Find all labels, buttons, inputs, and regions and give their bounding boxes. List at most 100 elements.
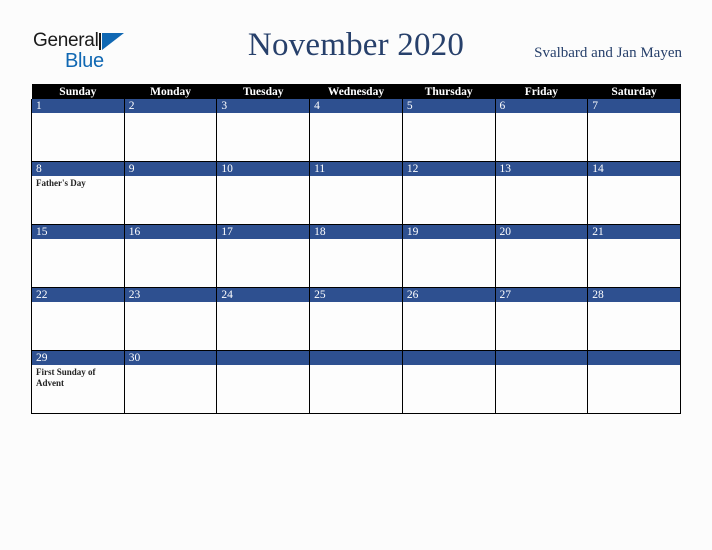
day-number: 18	[310, 225, 402, 239]
calendar-body: 1 2 3 4 5 6 7 8 Father's Day 9 10 11 12 13 14 15 16 17 18 1…	[31, 99, 681, 414]
day-events	[403, 113, 495, 115]
calendar-day-cell[interactable]: 2	[123, 99, 218, 162]
calendar-day-cell[interactable]: 10	[216, 161, 311, 225]
day-number	[217, 351, 310, 365]
day-number: 30	[124, 351, 217, 365]
calendar-day-cell[interactable]: 21	[587, 224, 681, 288]
calendar-day-cell[interactable]: 6	[494, 99, 589, 162]
day-events	[496, 176, 588, 178]
calendar-day-cell[interactable]: 24	[216, 287, 311, 351]
day-number: 21	[588, 225, 680, 239]
calendar-day-cell[interactable]: 4	[309, 99, 403, 162]
day-number: 22	[32, 288, 124, 302]
calendar-week-row: 29 First Sunday of Advent 30	[31, 350, 681, 414]
day-events: First Sunday of Advent	[32, 365, 124, 389]
calendar-day-cell[interactable]: 8 Father's Day	[31, 161, 125, 225]
calendar-day-cell[interactable]: 1	[31, 99, 125, 162]
day-events: Father's Day	[32, 176, 124, 189]
day-events	[125, 176, 217, 178]
calendar-week-row: 22 23 24 25 26 27 28	[31, 287, 681, 351]
calendar-day-cell[interactable]: 25	[309, 287, 403, 351]
calendar-day-cell[interactable]: 15	[31, 224, 125, 288]
calendar-day-cell[interactable]: 30	[123, 350, 218, 414]
calendar-week-row: 8 Father's Day 9 10 11 12 13 14	[31, 161, 681, 225]
calendar-page: General Blue November 2020 Svalbard and …	[0, 0, 712, 550]
day-number: 7	[588, 99, 680, 113]
calendar-day-cell[interactable]: 5	[401, 99, 496, 162]
calendar-day-cell[interactable]: 13	[494, 161, 589, 225]
day-events	[310, 239, 402, 241]
day-number: 9	[124, 162, 217, 176]
event-label: Father's Day	[36, 178, 86, 188]
day-number: 4	[310, 99, 402, 113]
day-events	[217, 302, 309, 304]
calendar-day-cell[interactable]	[401, 350, 496, 414]
day-events	[32, 302, 124, 304]
calendar-day-cell[interactable]: 17	[216, 224, 311, 288]
day-events	[496, 365, 588, 367]
day-number: 13	[495, 162, 588, 176]
day-events	[217, 239, 309, 241]
day-events	[32, 113, 124, 115]
day-events	[217, 113, 309, 115]
event-label: First Sunday of Advent	[36, 367, 96, 388]
day-number	[495, 351, 588, 365]
calendar-day-cell[interactable]	[494, 350, 589, 414]
day-events	[310, 365, 402, 367]
calendar-day-cell[interactable]	[587, 350, 681, 414]
day-events	[588, 365, 680, 367]
weekday-header-sunday: Sunday	[31, 84, 125, 99]
day-events	[310, 113, 402, 115]
calendar-day-cell[interactable]: 16	[123, 224, 218, 288]
calendar-day-cell[interactable]: 20	[494, 224, 589, 288]
day-number: 1	[32, 99, 124, 113]
day-number: 5	[402, 99, 495, 113]
calendar-day-cell[interactable]: 12	[401, 161, 496, 225]
calendar-day-cell[interactable]: 26	[401, 287, 496, 351]
calendar-day-cell[interactable]: 18	[309, 224, 403, 288]
day-number: 28	[588, 288, 680, 302]
weekday-header-tuesday: Tuesday	[216, 84, 310, 99]
day-events	[125, 365, 217, 367]
weekday-header-wednesday: Wednesday	[309, 84, 403, 99]
calendar-day-cell[interactable]	[216, 350, 311, 414]
calendar-day-cell[interactable]: 3	[216, 99, 311, 162]
location-label: Svalbard and Jan Mayen	[534, 45, 682, 61]
weekday-header-row: Sunday Monday Tuesday Wednesday Thursday…	[31, 84, 681, 99]
day-number: 6	[495, 99, 588, 113]
day-number: 15	[32, 225, 124, 239]
day-events	[217, 365, 309, 367]
day-number: 29	[32, 351, 124, 365]
calendar-day-cell[interactable]: 7	[587, 99, 681, 162]
calendar-day-cell[interactable]: 19	[401, 224, 496, 288]
day-number: 3	[217, 99, 310, 113]
calendar-day-cell[interactable]: 29 First Sunday of Advent	[31, 350, 125, 414]
calendar-day-cell[interactable]: 9	[123, 161, 218, 225]
day-events	[588, 113, 680, 115]
day-events	[125, 113, 217, 115]
day-number: 27	[495, 288, 588, 302]
day-events	[496, 113, 588, 115]
calendar-day-cell[interactable]: 23	[123, 287, 218, 351]
day-events	[403, 239, 495, 241]
day-number: 25	[310, 288, 402, 302]
day-events	[588, 302, 680, 304]
calendar-day-cell[interactable]: 11	[309, 161, 403, 225]
day-events	[403, 302, 495, 304]
day-number: 16	[124, 225, 217, 239]
calendar-day-cell[interactable]	[309, 350, 403, 414]
day-events	[217, 176, 309, 178]
day-events	[588, 176, 680, 178]
calendar-table: Sunday Monday Tuesday Wednesday Thursday…	[31, 84, 681, 414]
day-events	[496, 239, 588, 241]
calendar-day-cell[interactable]: 14	[587, 161, 681, 225]
day-number: 12	[402, 162, 495, 176]
calendar-day-cell[interactable]: 22	[31, 287, 125, 351]
calendar-day-cell[interactable]: 28	[587, 287, 681, 351]
day-events	[403, 176, 495, 178]
weekday-header-thursday: Thursday	[402, 84, 496, 99]
calendar-day-cell[interactable]: 27	[494, 287, 589, 351]
day-events	[496, 302, 588, 304]
page-header: General Blue November 2020 Svalbard and …	[0, 0, 712, 84]
day-number	[310, 351, 402, 365]
